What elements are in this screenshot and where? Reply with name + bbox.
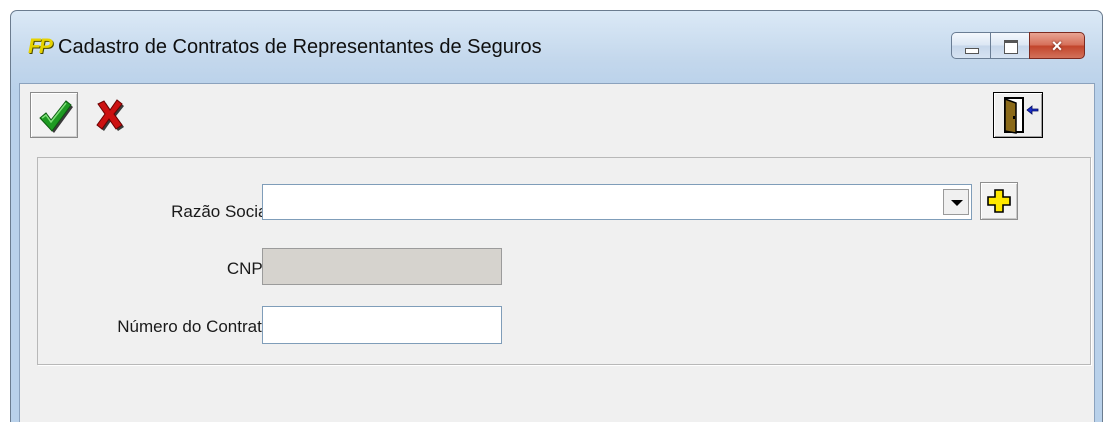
maximize-icon [1004, 40, 1018, 54]
exit-button[interactable] [993, 92, 1043, 138]
minimize-icon [965, 48, 979, 54]
x-icon [96, 99, 124, 131]
confirm-button[interactable] [30, 92, 78, 138]
checkmark-icon [39, 100, 73, 133]
numero-contrato-label: Número do Contrato: [117, 317, 276, 336]
app-logo-icon: FP [28, 35, 53, 58]
minimize-button[interactable] [951, 32, 991, 59]
razao-social-label: Razão Social: [171, 202, 276, 221]
add-razao-social-button[interactable] [980, 182, 1018, 220]
app-window: FP Cadastro de Contratos de Representant… [10, 10, 1103, 422]
form-client-area: Razão Social: CNPJ: Número do Contrato: [19, 83, 1095, 422]
cancel-button[interactable] [86, 92, 134, 138]
maximize-button[interactable] [990, 32, 1030, 59]
close-button[interactable]: × [1029, 32, 1085, 59]
window-controls: × [951, 32, 1085, 61]
numero-contrato-field[interactable] [262, 306, 502, 344]
chevron-down-icon[interactable] [943, 189, 969, 215]
window-title: Cadastro de Contratos de Representantes … [58, 36, 542, 58]
cnpj-field [262, 248, 502, 285]
exit-door-icon [1004, 97, 1039, 134]
title-bar[interactable]: FP Cadastro de Contratos de Representant… [11, 11, 1102, 83]
plus-icon [987, 189, 1011, 213]
close-icon: × [1051, 36, 1063, 56]
razao-social-combobox[interactable] [262, 184, 972, 220]
